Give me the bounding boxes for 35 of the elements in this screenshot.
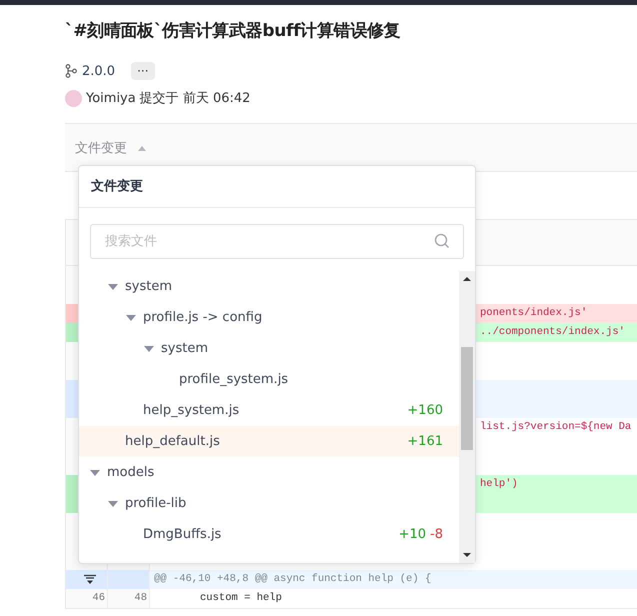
line-number: 46 [92, 591, 105, 606]
search-icon [434, 233, 450, 249]
commit-time: 提交于 前天 06:42 [140, 90, 250, 107]
caret-icon[interactable] [89, 468, 101, 478]
file-tree-item[interactable]: system [79, 271, 459, 302]
scroll-down-icon[interactable] [462, 551, 472, 559]
file-tree-item[interactable]: help_default.js +161 [79, 426, 459, 457]
code-line: @@ -46,10 +48,8 @@ async function help (e) { [154, 572, 432, 587]
scrollbar[interactable] [459, 271, 475, 563]
author-link[interactable]: Yoimiya [86, 90, 136, 106]
popover-title: 文件变更 [79, 166, 475, 208]
file-tree-item[interactable]: system [79, 333, 459, 364]
file-tree-item[interactable]: profile_system.js [79, 364, 459, 395]
file-tree-item[interactable]: profile.js -> config [79, 302, 459, 333]
file-tree-item[interactable]: DmgBuffs.js +10 -8 [79, 519, 459, 550]
code-line: list.js?version=${new Da [480, 420, 632, 435]
expand-icon[interactable] [83, 574, 97, 586]
caret-icon[interactable] [107, 282, 119, 292]
branch-icon [65, 64, 77, 78]
avatar [65, 90, 82, 106]
code-line: help') [480, 477, 518, 492]
scroll-up-icon[interactable] [462, 275, 472, 283]
caret-icon [137, 144, 147, 152]
caret-icon[interactable] [107, 498, 119, 508]
file-tree-item[interactable]: help_system.js +160 [79, 395, 459, 426]
file-tree-item[interactable]: models [79, 457, 459, 488]
code-line: custom = help [200, 591, 282, 606]
commit-title: `#刻晴面板`伤害计算武器buff计算错误修复 [65, 20, 402, 43]
search-field[interactable]: 搜索文件 [90, 224, 464, 259]
file-tree-item[interactable]: profile-lib [79, 488, 459, 519]
more-button[interactable]: ··· [131, 62, 155, 80]
code-line: ../components/index.js' [480, 325, 625, 340]
code-line: ponents/index.js' [480, 306, 588, 321]
version-link[interactable]: 2.0.0 [82, 64, 116, 78]
line-number: 48 [134, 591, 147, 606]
